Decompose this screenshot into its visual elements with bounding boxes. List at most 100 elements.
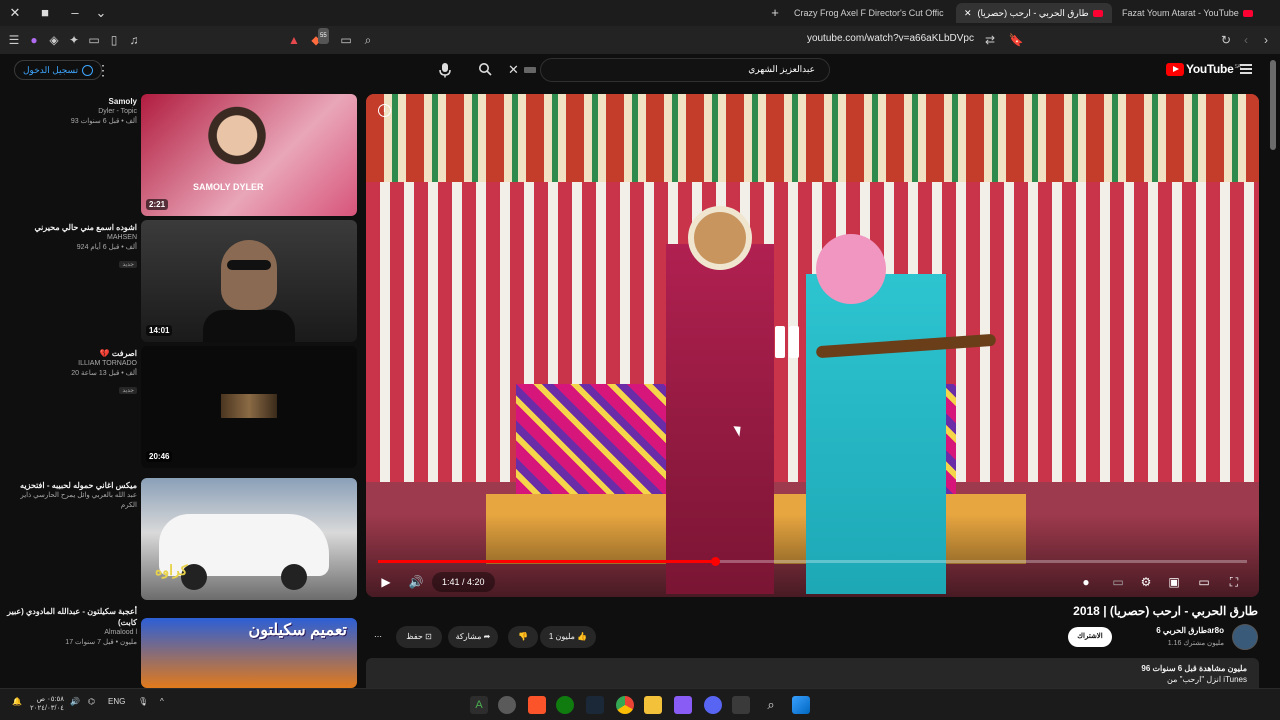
channel-name[interactable]: عبد الله بالعربي وائل يمرح الحارسي ذاير … bbox=[6, 491, 137, 511]
share-icon[interactable]: ⇄ bbox=[982, 32, 998, 48]
chat-app-icon[interactable] bbox=[704, 696, 722, 714]
search-icon[interactable] bbox=[478, 62, 492, 76]
menu-icon[interactable]: ☰ bbox=[6, 32, 22, 48]
language-indicator[interactable]: ENG bbox=[108, 697, 125, 706]
clock-date: ٢٠٢٤/٠٣/٠٤ bbox=[30, 705, 64, 712]
action-row: ⋯ حفظ ⊡ مشاركة ➦ 👎 1 مليون 👍 bbox=[366, 626, 626, 650]
keyboard-icon[interactable] bbox=[524, 67, 536, 73]
music-icon[interactable]: ♫ bbox=[126, 32, 142, 48]
miniplayer-icon[interactable]: ▣ bbox=[1166, 574, 1182, 590]
task-view-icon[interactable] bbox=[732, 696, 750, 714]
autoplay-icon[interactable]: ● bbox=[1078, 574, 1094, 590]
info-icon[interactable]: i bbox=[378, 104, 391, 117]
youtube-wordmark: YouTube bbox=[1186, 62, 1234, 76]
volume-icon[interactable]: 🔊 bbox=[408, 574, 424, 590]
bookmark-icon[interactable]: 🔖 bbox=[1008, 32, 1024, 48]
channel-name[interactable]: MAHSEN bbox=[6, 233, 137, 243]
channel-name[interactable]: Dyler - Topic bbox=[6, 107, 137, 117]
guide-menu-icon[interactable] bbox=[1240, 64, 1252, 74]
notification-icon[interactable]: 🔔 bbox=[12, 697, 22, 706]
page-scrollbar[interactable] bbox=[1270, 60, 1276, 150]
theater-mode-icon[interactable]: ▭ bbox=[1196, 574, 1212, 590]
subtitles-icon[interactable]: ▭ bbox=[1110, 574, 1126, 590]
clock-time: ٠٥:٥٨ ص bbox=[36, 696, 64, 703]
network-icon[interactable]: ⌬ bbox=[88, 697, 95, 706]
thumbs-down-icon: 👎 bbox=[518, 632, 528, 641]
tab-active-video[interactable]: ✕ طارق الحربي - ارحب (حصريا) bbox=[956, 3, 1112, 23]
video-thumbnail[interactable]: تعميم سكيلتون bbox=[141, 618, 357, 688]
extensions-icon[interactable]: ✦ bbox=[66, 32, 82, 48]
pause-icon[interactable] bbox=[770, 322, 804, 362]
progress-bar[interactable] bbox=[378, 557, 1247, 566]
search-icon[interactable]: ⌕ bbox=[360, 32, 376, 48]
chevron-up-icon[interactable]: ^ bbox=[160, 697, 164, 706]
sidebar-icon[interactable]: ▯ bbox=[106, 32, 122, 48]
xbox-icon[interactable] bbox=[556, 696, 574, 714]
video-title[interactable]: Samoly bbox=[6, 96, 137, 107]
clear-search-icon[interactable]: ✕ bbox=[508, 62, 519, 78]
channel-name[interactable]: طارق الحربي 6ar8o bbox=[1156, 626, 1224, 635]
app-icon[interactable]: A bbox=[470, 696, 488, 714]
screen-icon[interactable]: ▭ bbox=[338, 32, 354, 48]
description-box[interactable]: 96 مليون مشاهدة قبل 6 سنوات انزل "ارحب" … bbox=[366, 658, 1259, 688]
dislike-button[interactable]: 👎 bbox=[508, 626, 538, 648]
steam-icon[interactable] bbox=[586, 696, 604, 714]
discord-icon[interactable] bbox=[674, 696, 692, 714]
duration-badge: 14:01 bbox=[146, 325, 173, 336]
youtube-logo[interactable]: YouTubeSA bbox=[1166, 62, 1241, 78]
microphone-icon[interactable]: 🎙 bbox=[138, 697, 148, 706]
reload-icon[interactable]: ↻ bbox=[1218, 32, 1234, 48]
minimize-icon[interactable]: – bbox=[66, 4, 84, 22]
channel-name[interactable]: Almalood l bbox=[6, 628, 137, 638]
video-title[interactable]: اشوده اسمع مني حالي محيرني bbox=[6, 222, 137, 233]
small-scene-graphic bbox=[221, 394, 277, 418]
player-controls: ▶ 🔊 1:41 / 4:20 ● ▭ ⚙ ▣ ▭ ⛶ bbox=[366, 568, 1259, 596]
channel-name[interactable]: ILLIAM TORNADO bbox=[6, 359, 137, 369]
video-thumbnail[interactable]: 14:01 bbox=[141, 220, 357, 342]
search-icon[interactable]: ⌕ bbox=[762, 696, 780, 714]
windows-start-icon[interactable] bbox=[792, 696, 810, 714]
address-bar[interactable]: youtube.com/watch?v=a66aKLbDVpc bbox=[807, 33, 974, 44]
microphone-icon[interactable] bbox=[438, 62, 452, 78]
video-thumbnail[interactable]: 20:46 bbox=[141, 346, 357, 468]
fullscreen-icon[interactable]: ⛶ bbox=[1226, 574, 1242, 590]
video-title[interactable]: ميكس اغاني حموله لحبيبه - افتحزيه bbox=[6, 480, 137, 491]
chevron-down-icon[interactable]: ⌄ bbox=[92, 4, 110, 22]
like-button[interactable]: 1 مليون 👍 bbox=[540, 626, 596, 648]
brave-browser-icon[interactable] bbox=[528, 696, 546, 714]
search-input[interactable]: عبدالعزيز الشهري bbox=[540, 58, 830, 82]
forward-icon[interactable]: › bbox=[1258, 32, 1274, 48]
shield-icon[interactable]: ◈ bbox=[46, 32, 62, 48]
video-player[interactable]: i ▶ 🔊 1:41 / 4:20 ● ▭ ⚙ ▣ ▭ ⛶ bbox=[366, 94, 1259, 597]
sign-in-button[interactable]: تسجيل الدخول bbox=[14, 60, 103, 80]
subscribe-button[interactable]: الاشتراك bbox=[1068, 627, 1112, 647]
progress-fill bbox=[378, 560, 716, 563]
brave-shield-icon[interactable]: ◆ 55 bbox=[308, 28, 329, 48]
video-thumbnail[interactable]: كراوه bbox=[141, 478, 357, 600]
file-explorer-icon[interactable] bbox=[644, 696, 662, 714]
brave-rewards-icon[interactable]: ▲ bbox=[286, 32, 302, 48]
new-tab-icon[interactable]: + bbox=[766, 4, 784, 22]
chrome-icon[interactable] bbox=[616, 696, 634, 714]
volume-icon[interactable]: 🔊 bbox=[70, 697, 80, 706]
more-actions-icon[interactable]: ⋯ bbox=[366, 626, 390, 648]
channel-avatar[interactable] bbox=[1232, 624, 1258, 650]
video-thumbnail[interactable]: SAMOLY DYLER 2:21 bbox=[141, 94, 357, 216]
play-icon[interactable]: ▶ bbox=[378, 574, 394, 590]
tab-fazat[interactable]: Fazat Youm Atarat - YouTube bbox=[1114, 3, 1276, 23]
close-tab-icon[interactable]: ✕ bbox=[964, 8, 972, 18]
shirt-graphic bbox=[203, 310, 295, 342]
more-options-icon[interactable]: ⋮ bbox=[96, 62, 110, 78]
wallet-icon[interactable]: ▭ bbox=[86, 32, 102, 48]
settings-icon[interactable]: ⚙ bbox=[1138, 574, 1154, 590]
close-window-icon[interactable]: ✕ bbox=[6, 4, 24, 22]
video-title[interactable]: 💔 اصرفت bbox=[6, 348, 137, 359]
back-icon[interactable]: ‹ bbox=[1238, 32, 1254, 48]
obs-icon[interactable] bbox=[498, 696, 516, 714]
aria-icon[interactable]: ● bbox=[26, 32, 42, 48]
save-button[interactable]: حفظ ⊡ bbox=[396, 626, 442, 648]
share-button[interactable]: مشاركة ➦ bbox=[448, 626, 498, 648]
record-icon[interactable]: ■ bbox=[36, 4, 54, 22]
video-title[interactable]: أعجبة سكيلتون - عبدالله المادودي (عبير ك… bbox=[6, 606, 137, 628]
tab-crazy-frog[interactable]: Crazy Frog Axel F Director's Cut Offic bbox=[786, 3, 946, 23]
